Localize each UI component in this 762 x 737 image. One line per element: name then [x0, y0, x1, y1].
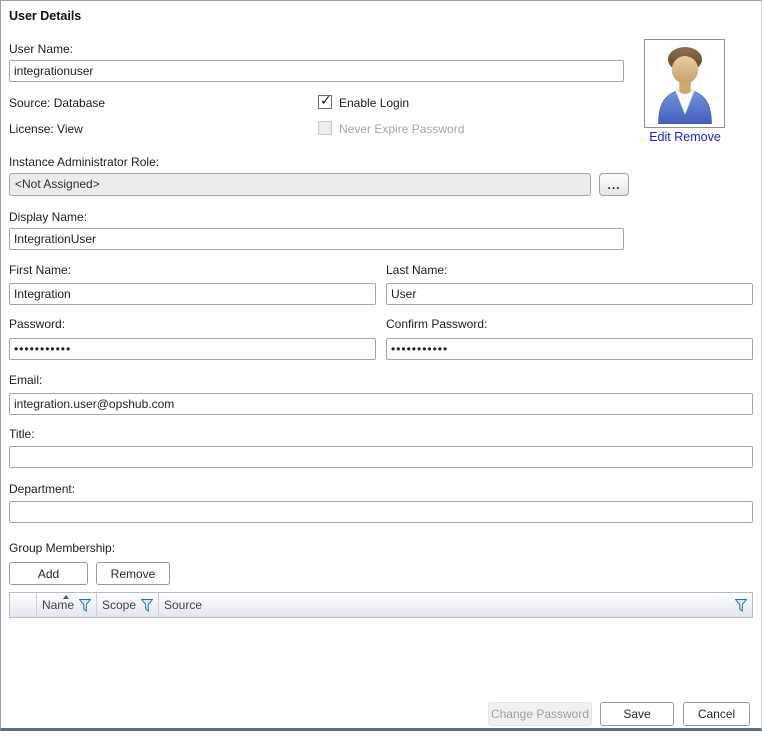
department-label: Department:: [9, 482, 75, 496]
cancel-button[interactable]: Cancel: [683, 702, 750, 726]
password-label: Password:: [9, 317, 65, 331]
user-details-screen: User Details User Name: Source: Database…: [0, 0, 762, 737]
enable-login-checkbox[interactable]: ✓: [318, 95, 332, 109]
user-name-label: User Name:: [9, 42, 73, 56]
remove-group-button[interactable]: Remove: [96, 562, 170, 585]
display-name-input[interactable]: [9, 228, 624, 250]
title-field-label: Title:: [9, 427, 35, 441]
avatar-edit-link[interactable]: Edit: [649, 130, 671, 144]
filter-icon[interactable]: [735, 599, 747, 612]
first-name-label: First Name:: [9, 263, 71, 277]
user-details-panel: User Details User Name: Source: Database…: [0, 0, 762, 731]
never-expire-password-label: Never Expire Password: [339, 122, 464, 136]
email-label: Email:: [9, 373, 42, 387]
save-button[interactable]: Save: [600, 702, 674, 726]
filter-icon[interactable]: [141, 599, 153, 612]
grid-column-scope-label: Scope: [102, 598, 136, 612]
never-expire-password-checkbox: [318, 121, 332, 135]
group-membership-label: Group Membership:: [9, 541, 115, 555]
grid-column-name-label: Name: [42, 598, 74, 612]
grid-column-source[interactable]: Source: [159, 593, 752, 617]
email-input[interactable]: [9, 393, 753, 415]
grid-column-source-label: Source: [164, 598, 202, 612]
grid-column-scope[interactable]: Scope: [97, 593, 159, 617]
check-icon: ✓: [320, 92, 332, 109]
group-membership-grid-header: Name Scope Source: [9, 592, 753, 618]
display-name-label: Display Name:: [9, 210, 87, 224]
grid-column-select: [10, 593, 37, 617]
password-input[interactable]: [9, 338, 376, 360]
avatar-links: Edit Remove: [639, 130, 731, 144]
admin-role-browse-button[interactable]: ...: [599, 173, 629, 196]
filter-icon[interactable]: [79, 599, 91, 612]
avatar-remove-link[interactable]: Remove: [674, 130, 721, 144]
admin-role-field: <Not Assigned>: [9, 173, 591, 196]
confirm-password-label: Confirm Password:: [386, 317, 487, 331]
grid-column-name[interactable]: Name: [37, 593, 97, 617]
source-text: Source: Database: [9, 96, 105, 110]
enable-login-label: Enable Login: [339, 96, 409, 110]
user-avatar-icon: [649, 44, 721, 124]
change-password-button: Change Password: [488, 702, 592, 726]
department-input[interactable]: [9, 501, 753, 523]
sort-ascending-icon: [63, 595, 69, 599]
page-title: User Details: [9, 9, 81, 23]
add-group-button[interactable]: Add: [9, 562, 88, 585]
user-avatar: [644, 39, 725, 128]
confirm-password-input[interactable]: [386, 338, 753, 360]
license-text: License: View: [9, 122, 83, 136]
last-name-input[interactable]: [386, 283, 753, 305]
first-name-input[interactable]: [9, 283, 376, 305]
admin-role-label: Instance Administrator Role:: [9, 155, 159, 169]
user-name-input[interactable]: [9, 60, 624, 82]
last-name-label: Last Name:: [386, 263, 447, 277]
title-input[interactable]: [9, 446, 753, 468]
